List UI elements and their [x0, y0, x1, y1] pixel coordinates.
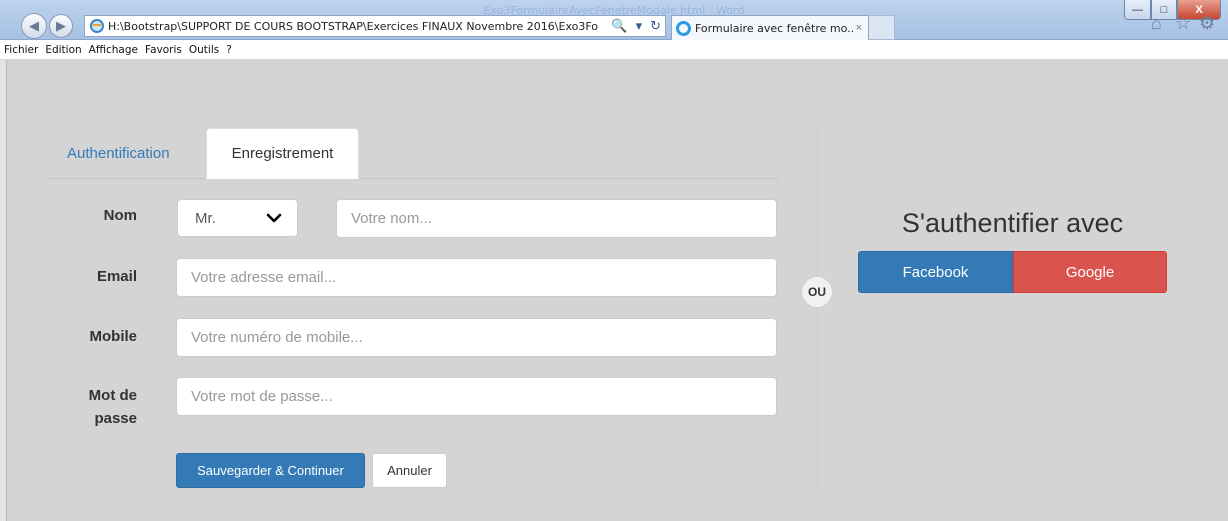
- title-select-value: Mr.: [195, 209, 216, 227]
- page-icon: [90, 19, 104, 33]
- frame-edge: [0, 60, 7, 521]
- google-button[interactable]: Google: [1013, 251, 1167, 293]
- social-login-title: S'authentifier avec: [901, 208, 1124, 238]
- chevron-down-icon: [266, 213, 282, 223]
- address-dropdown-icon[interactable]: ▾: [632, 19, 647, 34]
- browser-tab[interactable]: Formulaire avec fenêtre mo... ×: [671, 15, 869, 40]
- ie-icon: [676, 20, 691, 36]
- new-tab-button[interactable]: [869, 15, 895, 40]
- email-label: Email: [96, 268, 137, 285]
- email-input[interactable]: Votre adresse email...: [176, 258, 777, 297]
- menu-edition[interactable]: Edition: [45, 44, 81, 56]
- password-label-line1: Mot de: [88, 387, 137, 404]
- tabs-underline: [48, 178, 779, 179]
- forward-icon: ▶: [56, 18, 66, 33]
- mobile-input[interactable]: Votre numéro de mobile...: [176, 318, 777, 357]
- mobile-label: Mobile: [89, 328, 138, 345]
- menu-favoris[interactable]: Favoris: [145, 44, 182, 56]
- address-bar[interactable]: H:\Bootstrap\SUPPORT DE COURS BOOTSTRAP\…: [84, 15, 666, 37]
- refresh-icon[interactable]: ↻: [646, 19, 665, 34]
- menu-fichier[interactable]: Fichier: [4, 44, 38, 56]
- title-select[interactable]: Mr.: [177, 199, 298, 237]
- menu-outils[interactable]: Outils: [189, 44, 219, 56]
- tab-enregistrement[interactable]: Enregistrement: [206, 128, 359, 179]
- tab-close-icon[interactable]: ×: [854, 22, 868, 34]
- address-url[interactable]: H:\Bootstrap\SUPPORT DE COURS BOOTSTRAP\…: [108, 20, 607, 33]
- save-continue-button[interactable]: Sauvegarder & Continuer: [176, 453, 365, 488]
- back-icon: ◀: [29, 18, 39, 33]
- vertical-divider: [817, 128, 818, 488]
- search-icon[interactable]: 🔍: [607, 19, 631, 34]
- gear-icon[interactable]: ⚙: [1199, 13, 1215, 34]
- menu-bar: Fichier Edition Affichage Favoris Outils…: [0, 40, 1228, 60]
- tab-authentification[interactable]: Authentification: [67, 145, 170, 162]
- name-label: Nom: [103, 207, 137, 224]
- favorites-icon[interactable]: ☆: [1175, 13, 1191, 34]
- back-button[interactable]: ◀: [21, 13, 47, 39]
- window-titlebar: Exo3FormulaireAvecFenetreModale.html - W…: [0, 0, 1228, 40]
- cancel-button[interactable]: Annuler: [372, 453, 447, 488]
- home-icon[interactable]: ⌂: [1151, 13, 1162, 34]
- forward-button[interactable]: ▶: [49, 14, 73, 38]
- name-input[interactable]: Votre nom...: [336, 199, 777, 238]
- browser-tab-title: Formulaire avec fenêtre mo...: [695, 21, 854, 35]
- minimize-button[interactable]: —: [1124, 0, 1151, 20]
- menu-help[interactable]: ?: [226, 44, 232, 56]
- password-label-line2: passe: [94, 410, 137, 427]
- facebook-button[interactable]: Facebook: [858, 251, 1013, 293]
- or-separator: OU: [801, 276, 833, 308]
- menu-affichage[interactable]: Affichage: [89, 44, 138, 56]
- password-input[interactable]: Votre mot de passe...: [176, 377, 777, 416]
